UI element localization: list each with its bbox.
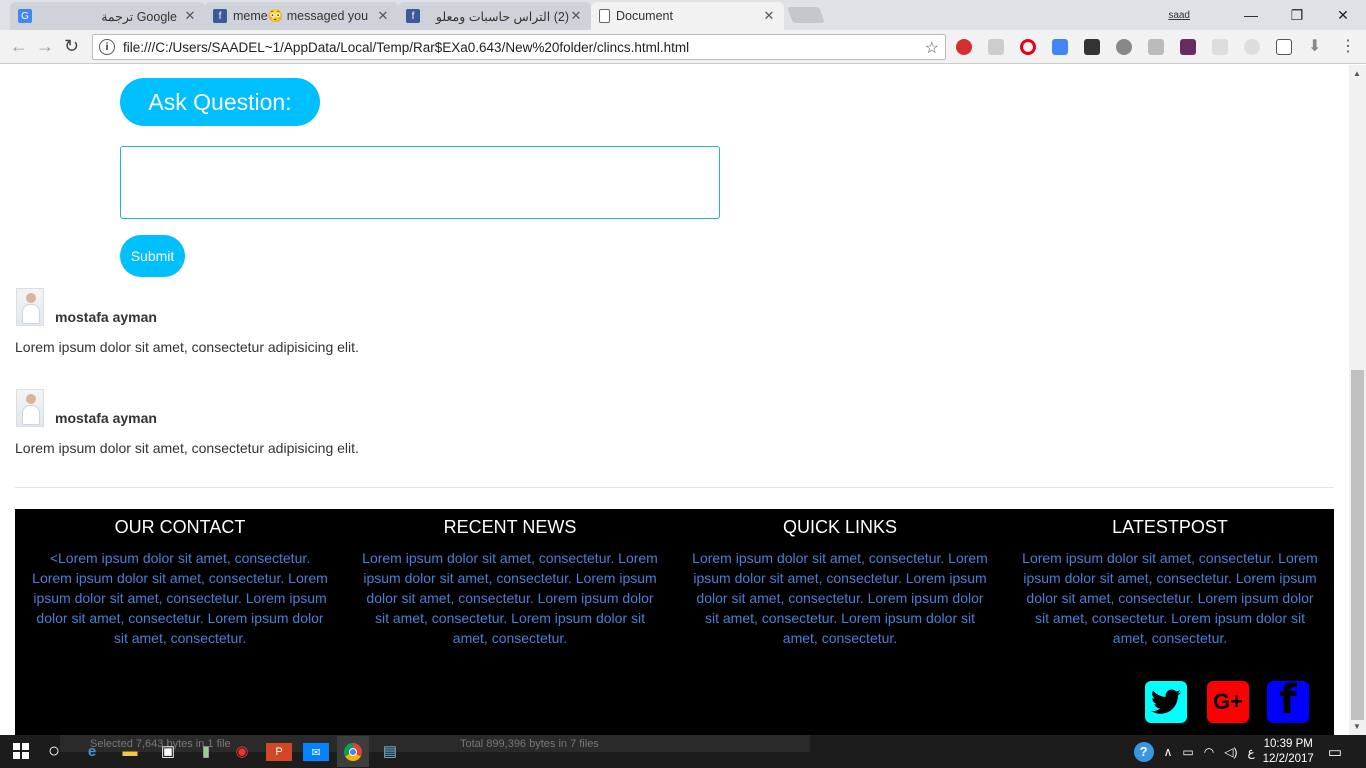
avatar: [16, 288, 44, 326]
footer-heading: LATESTPOST: [1112, 517, 1228, 537]
footer-text: Lorem ipsum dolor sit amet, consectetur.…: [1022, 550, 1318, 646]
divider: [15, 487, 1334, 488]
tab-facebook-messages[interactable]: f meme😳 messaged you ✕: [205, 2, 398, 30]
download-icon[interactable]: ⬇: [1308, 36, 1324, 55]
windows-start-icon[interactable]: [8, 739, 34, 763]
google-translate-icon: G: [18, 9, 32, 23]
chrome-icon[interactable]: [337, 736, 369, 767]
footer-text: Lorem ipsum dolor sit amet, consectetur.…: [692, 550, 988, 646]
tab-title: (2) التراس حاسبات ومعلو: [435, 9, 569, 24]
info-icon[interactable]: i: [99, 39, 115, 55]
twitter-icon[interactable]: [1145, 681, 1187, 723]
minimize-button[interactable]: —: [1228, 7, 1274, 23]
close-icon[interactable]: ✕: [762, 8, 776, 24]
window-controls: saad — ❐ ✕: [1168, 0, 1366, 30]
comment-author: mostafa ayman: [55, 309, 157, 325]
footer: OUR CONTACT <Lorem ipsum dolor sit amet,…: [15, 509, 1334, 735]
wifi-icon[interactable]: ◠: [1204, 745, 1214, 759]
messenger-icon[interactable]: ✉: [303, 743, 329, 761]
address-bar[interactable]: i file:///C:/Users/SAADEL~1/AppData/Loca…: [92, 34, 946, 60]
submit-button[interactable]: Submit: [120, 235, 185, 277]
tab-facebook-group[interactable]: f (2) التراس حاسبات ومعلو ✕: [398, 2, 591, 30]
extension-icon[interactable]: [1148, 39, 1164, 55]
info-icon[interactable]: [1244, 39, 1260, 55]
back-button[interactable]: ←: [10, 36, 28, 57]
clock[interactable]: 10:39 PM 12/2/2017: [1263, 737, 1314, 767]
chat-icon[interactable]: [1212, 39, 1228, 55]
footer-column-news: RECENT NEWS Lorem ipsum dolor sit amet, …: [360, 517, 660, 648]
close-icon[interactable]: ✕: [183, 8, 197, 24]
restore-button[interactable]: ❐: [1274, 7, 1320, 24]
comment-text: Lorem ipsum dolor sit amet, consectetur …: [15, 339, 359, 355]
scrollbar-thumb[interactable]: [1351, 370, 1364, 720]
cortana-icon[interactable]: ○: [41, 739, 67, 763]
forward-button[interactable]: →: [36, 36, 54, 57]
facebook-icon: f: [213, 9, 227, 23]
comment-author: mostafa ayman: [55, 410, 157, 426]
app-icon[interactable]: ▮: [193, 739, 219, 763]
battery-icon[interactable]: ▭: [1182, 745, 1193, 759]
chevron-up-icon[interactable]: ∧: [1164, 745, 1173, 759]
app-icon[interactable]: ◉: [229, 739, 255, 763]
footer-heading: OUR CONTACT: [114, 517, 246, 537]
scroll-down-icon[interactable]: ▼: [1353, 722, 1361, 731]
url-text: file:///C:/Users/SAADEL~1/AppData/Local/…: [123, 39, 690, 55]
store-icon[interactable]: ▣: [155, 739, 181, 763]
footer-text: Lorem ipsum dolor sit amet, consectetur.…: [362, 550, 658, 646]
footer-column-links: QUICK LINKS Lorem ipsum dolor sit amet, …: [690, 517, 990, 648]
tab-title: meme😳 messaged you: [233, 8, 369, 23]
keyboard-language[interactable]: ع: [1247, 745, 1254, 759]
tab-title: Document: [616, 9, 673, 23]
edge-icon[interactable]: e: [79, 739, 105, 763]
google-translate-icon[interactable]: [1052, 39, 1068, 55]
facebook-icon[interactable]: f: [1267, 677, 1309, 723]
page-content: Ask Question: Submit mostafa ayman Lorem…: [0, 65, 1349, 735]
bookmark-star-icon[interactable]: ☆: [925, 38, 939, 58]
facebook-icon: f: [406, 9, 420, 23]
tab-title: ترجمة Google: [101, 9, 177, 24]
profile-name[interactable]: saad: [1168, 10, 1190, 21]
add-icon[interactable]: [1276, 39, 1292, 55]
adblock-icon[interactable]: [956, 39, 972, 55]
tab-document[interactable]: Document ✕: [591, 2, 784, 30]
close-window-button[interactable]: ✕: [1320, 7, 1366, 24]
notification-icon[interactable]: ▭: [1328, 743, 1342, 761]
ask-question-button[interactable]: Ask Question:: [120, 78, 320, 126]
reload-button[interactable]: ↻: [64, 36, 79, 57]
footer-heading: QUICK LINKS: [782, 517, 898, 537]
file-explorer-icon[interactable]: ▬: [117, 739, 143, 763]
powerpoint-icon[interactable]: P: [266, 743, 292, 761]
question-textarea[interactable]: [120, 146, 720, 219]
clock-time: 10:39 PM: [1263, 737, 1313, 750]
browser-toolbar: ← → ↻ i file:///C:/Users/SAADEL~1/AppDat…: [0, 30, 1366, 64]
close-icon[interactable]: ✕: [569, 8, 583, 24]
vertical-scrollbar[interactable]: ▲ ▼: [1349, 65, 1366, 735]
tab-google-translate[interactable]: G ترجمة Google ✕: [10, 2, 205, 30]
footer-text: <Lorem ipsum dolor sit amet, consectetur…: [32, 550, 328, 646]
comment-text: Lorem ipsum dolor sit amet, consectetur …: [15, 440, 359, 456]
avatar: [16, 389, 44, 427]
extension-icon[interactable]: [1116, 39, 1132, 55]
app-icon[interactable]: ▤: [377, 739, 403, 763]
opera-icon[interactable]: [1020, 39, 1036, 55]
footer-heading: RECENT NEWS: [443, 517, 577, 537]
new-tab-button[interactable]: [787, 7, 825, 23]
clock-date: 12/2/2017: [1262, 752, 1314, 765]
volume-icon[interactable]: ◁): [1224, 745, 1237, 759]
extension-icon[interactable]: [1180, 39, 1196, 55]
google-plus-icon[interactable]: G+: [1207, 681, 1249, 723]
system-tray: ? ∧ ▭ ◠ ◁) ع 10:39 PM 12/2/2017 ▭: [1133, 735, 1366, 768]
help-icon[interactable]: ?: [1133, 741, 1154, 762]
windows-taskbar: Selected 7,643 bytes in 1 file Total 899…: [0, 735, 1366, 768]
document-icon: [599, 9, 610, 23]
browser-tab-strip: G ترجمة Google ✕ f meme😳 messaged you ✕ …: [0, 0, 1366, 30]
extension-icon[interactable]: [988, 39, 1004, 55]
menu-icon[interactable]: ⋮: [1340, 36, 1356, 55]
footer-column-latest: LATESTPOST Lorem ipsum dolor sit amet, c…: [1020, 517, 1320, 648]
extension-hat-icon[interactable]: [1084, 39, 1100, 55]
explorer-total-text: Total 899,396 bytes in 7 files: [460, 737, 599, 750]
footer-column-contact: OUR CONTACT <Lorem ipsum dolor sit amet,…: [30, 517, 330, 648]
close-icon[interactable]: ✕: [376, 8, 390, 24]
scroll-up-icon[interactable]: ▲: [1353, 69, 1361, 78]
